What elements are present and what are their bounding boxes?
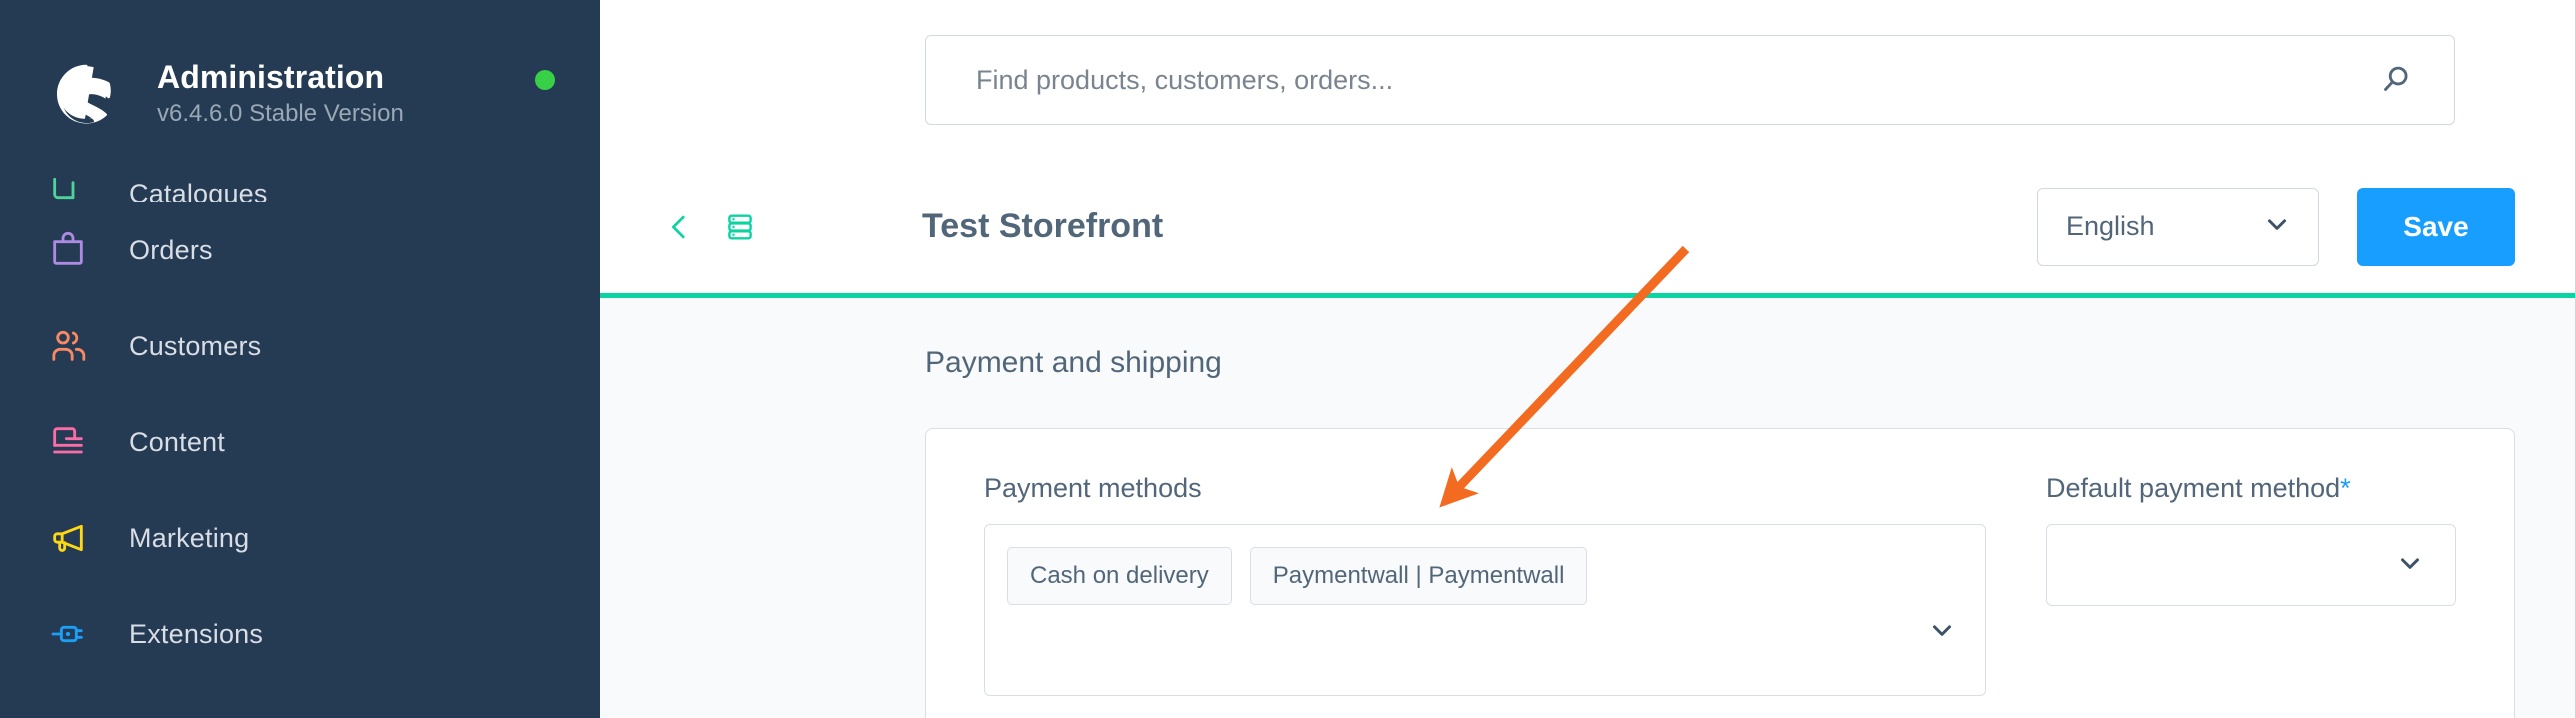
main-area: Test Storefront English Save Payment and… [600,0,2575,718]
brand-title: Administration [157,58,385,95]
default-payment-method-select[interactable] [2046,524,2456,606]
payment-methods-multiselect[interactable]: Cash on delivery Paymentwall | Paymentwa… [984,524,1986,696]
search-icon[interactable] [2372,57,2418,103]
sidebar-item-extensions[interactable]: Extensions [0,586,600,682]
brand-header[interactable]: Administration v6.4.6.0 Stable Version [0,0,600,150]
global-search-row [600,0,2575,160]
chevron-down-icon[interactable] [1925,613,1959,647]
brand-version: v6.4.6.0 Stable Version [157,100,404,127]
default-payment-method-label-text: Default payment method [2046,473,2341,503]
sidebar-item-orders[interactable]: Orders [0,202,600,298]
sidebar-item-content[interactable]: Content [0,394,600,490]
default-payment-method-label: Default payment method* [2046,473,2456,504]
sidebar-item-label: Marketing [129,522,250,553]
sidebar-item-label: Customers [129,330,262,361]
sidebar-nav: Catalogues Orders Customers Content Mark… [0,140,600,682]
search-input[interactable] [976,64,2372,96]
payment-methods-field: Payment methods Cash on delivery Payment… [984,473,1986,718]
sidebar-item-label: Catalogues [129,179,268,202]
megaphone-icon [45,515,91,561]
save-button[interactable]: Save [2357,187,2515,266]
page-header: Test Storefront English Save [600,160,2575,298]
payment-method-tag[interactable]: Cash on delivery [1007,547,1232,606]
chevron-down-icon [2262,209,2292,244]
language-select-value: English [2066,211,2155,241]
payment-methods-label: Payment methods [984,473,1202,503]
chevron-down-icon [2395,548,2425,583]
users-icon [45,323,91,369]
required-marker: * [2340,473,2351,503]
bag-icon [45,227,91,273]
payment-methods-tags: Cash on delivery Paymentwall | Paymentwa… [1007,547,1963,606]
sidebar-item-customers[interactable]: Customers [0,298,600,394]
sidebar: Administration v6.4.6.0 Stable Version C… [0,0,600,718]
shopware-logo-icon [45,53,127,135]
content-icon [45,419,91,465]
default-payment-method-field: Default payment method* [2046,473,2456,718]
sidebar-item-marketing[interactable]: Marketing [0,490,600,586]
sidebar-item-catalogues[interactable]: Catalogues [0,140,600,202]
plug-icon [45,611,91,657]
brand-text: Administration v6.4.6.0 Stable Version [157,58,525,131]
sidebar-item-label: Extensions [129,618,264,649]
chevron-left-icon[interactable] [658,206,700,248]
payment-method-tag[interactable]: Paymentwall | Paymentwall [1249,547,1588,606]
payment-shipping-card: Payment methods Cash on delivery Payment… [925,428,2515,718]
sidebar-item-label: Content [129,426,225,457]
app-root: Administration v6.4.6.0 Stable Version C… [0,0,2575,718]
content-area: Payment and shipping Payment methods Cas… [600,298,2575,718]
status-indicator-dot [535,70,555,90]
page-title: Test Storefront [922,207,1164,245]
catalogues-icon [45,168,91,202]
section-title: Payment and shipping [925,346,1222,379]
global-search-box[interactable] [925,35,2455,125]
storefront-stack-icon[interactable] [718,205,762,249]
language-select[interactable]: English [2037,187,2319,266]
sidebar-item-label: Orders [129,234,213,265]
